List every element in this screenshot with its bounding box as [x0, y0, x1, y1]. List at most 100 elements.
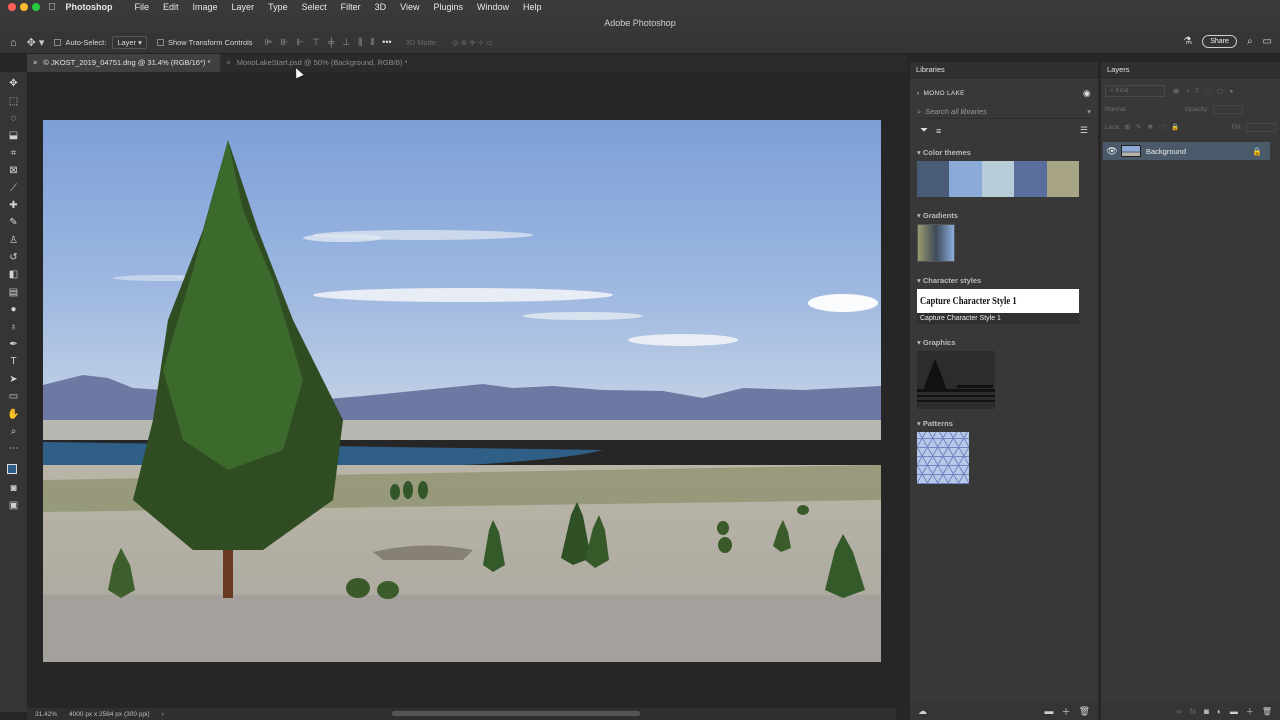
blend-mode-select[interactable]: Normal [1105, 106, 1185, 113]
history-brush-tool-icon[interactable]: ↺ [5, 249, 23, 266]
graphic-thumbnail[interactable] [917, 351, 995, 409]
object-select-tool-icon[interactable]: ⬓ [5, 127, 23, 144]
menu-view[interactable]: View [400, 2, 419, 12]
layer-style-icon[interactable]: fx [1190, 707, 1196, 716]
brush-tool-icon[interactable]: ✎ [5, 214, 23, 231]
menu-image[interactable]: Image [193, 2, 218, 12]
menu-window[interactable]: Window [477, 2, 509, 12]
color-swatch-2[interactable] [949, 161, 982, 197]
path-select-tool-icon[interactable]: ➤ [5, 371, 23, 388]
menu-help[interactable]: Help [523, 2, 542, 12]
quick-mask-icon[interactable]: ◙ [5, 480, 23, 497]
blur-tool-icon[interactable]: ● [5, 301, 23, 318]
visibility-eye-icon[interactable]: 👁 [1103, 146, 1121, 157]
menu-edit[interactable]: Edit [163, 2, 179, 12]
gradient-thumbnail[interactable] [917, 224, 955, 262]
cloud-sync-icon[interactable]: ☁ [918, 706, 927, 717]
layer-row-background[interactable]: 👁 Background 🔒 [1103, 142, 1270, 160]
canvas-area[interactable] [27, 72, 896, 708]
color-swatch-1[interactable] [917, 161, 950, 197]
link-layers-icon[interactable]: ∞ [1176, 707, 1182, 716]
color-theme-swatches[interactable] [917, 161, 1080, 197]
menu-filter[interactable]: Filter [341, 2, 361, 12]
flask-icon[interactable]: ⚗ [1183, 36, 1192, 47]
color-swatch-3[interactable] [981, 161, 1015, 197]
new-group-icon[interactable]: ▬ [1230, 707, 1238, 716]
minimize-window-button[interactable] [20, 3, 28, 11]
layer-lock-icon[interactable]: 🔒 [1252, 147, 1262, 156]
menu-3d[interactable]: 3D [375, 2, 387, 12]
color-swatch-4[interactable] [1014, 161, 1047, 197]
menu-select[interactable]: Select [302, 2, 327, 12]
home-icon[interactable]: ⌂ [10, 37, 17, 49]
section-title[interactable]: Patterns [917, 419, 1098, 428]
library-search[interactable]: ⌕ Search all libraries ▾ [917, 105, 1091, 119]
menu-layer[interactable]: Layer [232, 2, 255, 12]
align-left-icon[interactable]: ⊫ [265, 37, 273, 48]
tab-monolake[interactable]: × MonoLakeStart.psd @ 50% (Background, RG… [220, 54, 417, 72]
share-button[interactable]: Share [1202, 35, 1237, 48]
color-swatches[interactable] [5, 462, 23, 480]
close-tab-icon[interactable]: × [226, 58, 230, 67]
align-top-icon[interactable]: ⊤ [312, 37, 320, 48]
type-tool-icon[interactable]: T [5, 353, 23, 370]
lock-icons[interactable]: ⊞✎✥⬚🔒 [1125, 123, 1186, 131]
section-title[interactable]: Character styles [917, 276, 1098, 285]
move-tool-preset-icon[interactable]: ✥ ▾ [27, 36, 45, 49]
move-tool-icon[interactable]: ✥ [5, 75, 23, 92]
lasso-tool-icon[interactable]: ◌ [5, 110, 23, 127]
section-title[interactable]: Color themes [917, 148, 1098, 157]
new-layer-icon[interactable]: ＋ [1246, 706, 1254, 717]
section-title[interactable]: Graphics [917, 338, 1098, 347]
more-tools-icon[interactable]: ⋯ [5, 440, 23, 457]
close-window-button[interactable] [8, 3, 16, 11]
layer-name[interactable]: Background [1146, 147, 1186, 156]
menu-type[interactable]: Type [268, 2, 288, 12]
zoom-window-button[interactable] [32, 3, 40, 11]
gradient-tool-icon[interactable]: ▤ [5, 284, 23, 301]
distribute-icon[interactable]: ⫼ [358, 37, 362, 48]
eyedropper-tool-icon[interactable]: ⟋ [5, 179, 23, 196]
search-dropdown-icon[interactable]: ▾ [1087, 107, 1091, 116]
pattern-thumbnail[interactable] [917, 432, 969, 484]
show-transform-checkbox[interactable] [156, 39, 164, 46]
dodge-tool-icon[interactable]: ♁ [5, 318, 23, 335]
adjustment-layer-icon[interactable]: ◐ [1217, 707, 1222, 716]
crop-tool-icon[interactable]: ⌗ [5, 145, 23, 162]
section-title[interactable]: Gradients [917, 211, 1098, 220]
align-right-icon[interactable]: ⊩ [296, 37, 304, 48]
workspace-icon[interactable]: ▭ [1263, 36, 1272, 47]
opacity-field[interactable] [1212, 104, 1243, 114]
auto-select-dropdown[interactable]: Layer ▾ [112, 36, 147, 49]
close-tab-icon[interactable]: × [33, 58, 37, 67]
add-mask-icon[interactable]: ◙ [1204, 707, 1209, 716]
document-image[interactable] [43, 120, 881, 662]
character-style-preview[interactable]: Capture Character Style 1 [917, 289, 1079, 313]
menu-plugins[interactable]: Plugins [433, 2, 463, 12]
horizontal-scrollbar[interactable] [392, 711, 640, 716]
library-collaborate-icon[interactable]: ◉ [1083, 88, 1091, 99]
zoom-tool-icon[interactable]: ⌕ [5, 423, 23, 440]
pen-tool-icon[interactable]: ✒ [5, 336, 23, 353]
auto-select-checkbox[interactable] [54, 39, 62, 46]
align-center-icon[interactable]: ⊪ [280, 37, 288, 48]
new-group-icon[interactable]: ▬ [1045, 706, 1054, 716]
search-icon[interactable]: ⌕ [1247, 36, 1253, 47]
distribute-vertical-icon[interactable]: ⫴ [370, 37, 374, 48]
sort-icon[interactable]: ≡ [936, 126, 941, 136]
color-swatch-5[interactable] [1046, 161, 1080, 197]
filter-icon[interactable]: ⏷ [920, 125, 928, 136]
eraser-tool-icon[interactable]: ◧ [5, 266, 23, 283]
delete-icon[interactable]: 🗑 [1079, 706, 1090, 717]
kind-filter[interactable]: ⌕ Kind [1105, 85, 1165, 97]
align-bottom-icon[interactable]: ⊥ [342, 37, 350, 48]
rectangle-tool-icon[interactable]: ▭ [5, 388, 23, 405]
list-view-icon[interactable]: ☰ [1080, 125, 1088, 136]
frame-tool-icon[interactable]: ⊠ [5, 162, 23, 179]
screen-mode-icon[interactable]: ▣ [5, 497, 23, 514]
align-middle-icon[interactable]: ╪ [328, 37, 334, 48]
libraries-panel-tab[interactable]: Libraries [910, 62, 1098, 78]
tab-jkost[interactable]: × © JKOST_2019_04751.dng @ 31.4% (RGB/16*… [27, 54, 221, 72]
filter-icons[interactable]: ▣◑T⬚▢● [1173, 87, 1239, 95]
apple-icon[interactable]:  [48, 2, 56, 13]
